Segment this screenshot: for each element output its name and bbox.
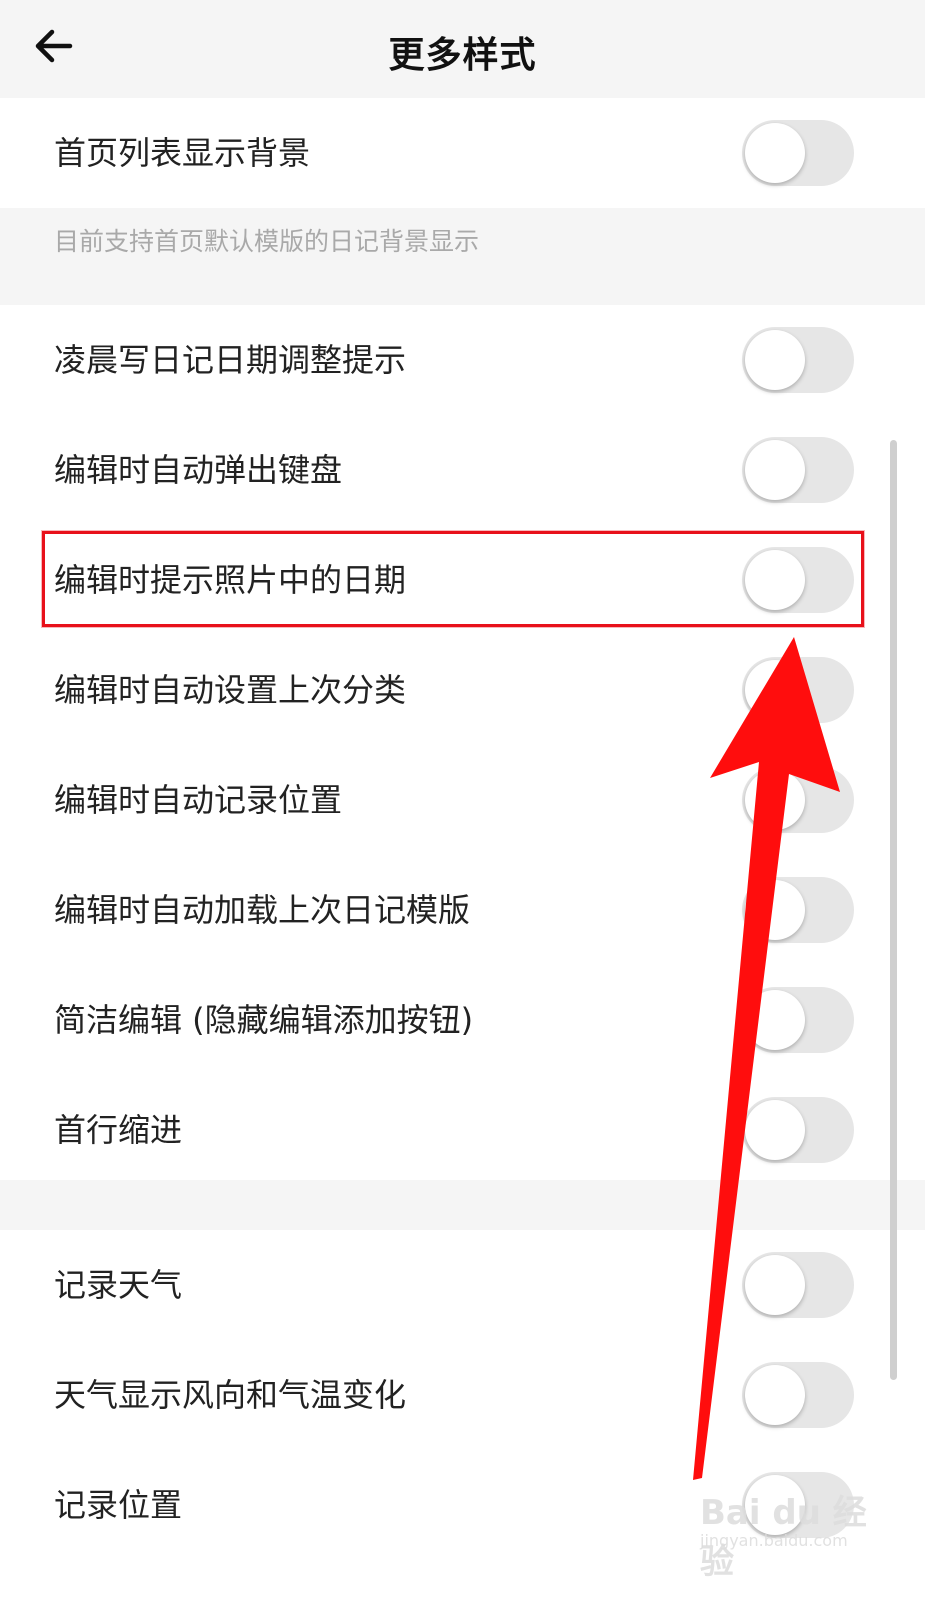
toggle-switch[interactable]: [742, 657, 854, 723]
settings-group-background: 首页列表显示背景: [0, 98, 925, 208]
setting-label: 记录天气: [54, 1266, 183, 1304]
setting-label: 首页列表显示背景: [54, 134, 311, 172]
page-title: 更多样式: [388, 35, 537, 76]
app-header: 更多样式: [0, 0, 925, 98]
toggle-switch[interactable]: [742, 1252, 854, 1318]
setting-row-last-category[interactable]: 编辑时自动设置上次分类: [0, 635, 925, 745]
setting-row-last-template[interactable]: 编辑时自动加载上次日记模版: [0, 855, 925, 965]
scrollbar[interactable]: [890, 440, 897, 1380]
setting-label: 编辑时自动设置上次分类: [54, 671, 407, 709]
toggle-switch[interactable]: [742, 120, 854, 186]
setting-row-simple-edit[interactable]: 简洁编辑 (隐藏编辑添加按钮): [0, 965, 925, 1075]
setting-row-first-line-indent[interactable]: 首行缩进: [0, 1075, 925, 1185]
setting-label: 编辑时自动加载上次日记模版: [54, 891, 471, 929]
settings-group-editing: 凌晨写日记日期调整提示 编辑时自动弹出键盘 编辑时提示照片中的日期 编辑时自动设…: [0, 305, 925, 1180]
toggle-knob: [745, 990, 805, 1050]
toggle-switch[interactable]: [742, 437, 854, 503]
toggle-knob: [745, 770, 805, 830]
toggle-knob: [745, 1255, 805, 1315]
watermark: Bai du 经验 jingyan.baidu.com: [700, 1485, 880, 1582]
toggle-switch[interactable]: [742, 987, 854, 1053]
toggle-switch[interactable]: [742, 1097, 854, 1163]
setting-row-auto-keyboard[interactable]: 编辑时自动弹出键盘: [0, 415, 925, 525]
toggle-knob: [745, 440, 805, 500]
toggle-switch[interactable]: [742, 767, 854, 833]
toggle-knob: [745, 1365, 805, 1425]
setting-row-weather-wind-temp[interactable]: 天气显示风向和气温变化: [0, 1340, 925, 1450]
toggle-knob: [745, 660, 805, 720]
setting-label: 天气显示风向和气温变化: [54, 1376, 407, 1414]
toggle-switch[interactable]: [742, 327, 854, 393]
setting-row-record-weather[interactable]: 记录天气: [0, 1230, 925, 1340]
setting-label: 凌晨写日记日期调整提示: [54, 341, 407, 379]
toggle-knob: [745, 880, 805, 940]
setting-label: 首行缩进: [54, 1111, 183, 1149]
setting-row-homepage-background[interactable]: 首页列表显示背景: [0, 98, 925, 208]
toggle-switch[interactable]: [742, 877, 854, 943]
setting-label: 编辑时自动记录位置: [54, 781, 343, 819]
setting-label: 编辑时自动弹出键盘: [54, 451, 343, 489]
setting-row-auto-location[interactable]: 编辑时自动记录位置: [0, 745, 925, 855]
watermark-url: jingyan.baidu.com: [700, 1531, 848, 1550]
toggle-knob: [745, 123, 805, 183]
setting-label: 记录位置: [54, 1486, 183, 1524]
setting-note: 目前支持首页默认模版的日记背景显示: [54, 227, 480, 256]
toggle-knob: [745, 330, 805, 390]
setting-label: 简洁编辑 (隐藏编辑添加按钮): [54, 1001, 474, 1039]
highlight-box: [42, 531, 864, 627]
toggle-switch[interactable]: [742, 1362, 854, 1428]
setting-row-late-night-date-hint[interactable]: 凌晨写日记日期调整提示: [0, 305, 925, 415]
toggle-knob: [745, 1100, 805, 1160]
